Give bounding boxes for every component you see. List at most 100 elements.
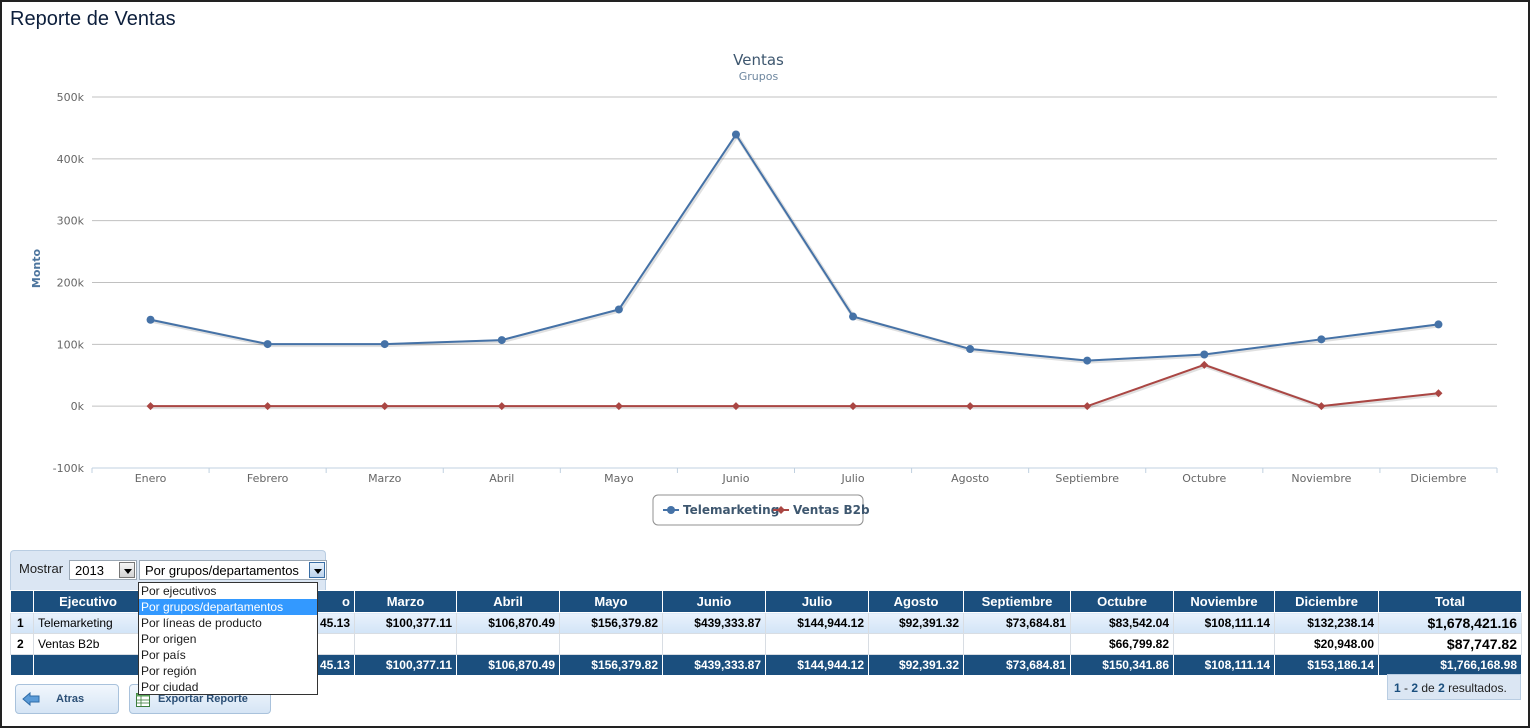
y-tick-label: 0k xyxy=(71,400,85,413)
cell: $106,870.49 xyxy=(456,654,560,676)
x-tick-label: Marzo xyxy=(368,472,402,485)
series-line-telemarketing xyxy=(150,132,1439,362)
cell xyxy=(559,633,663,655)
col-ejecutivo[interactable]: Ejecutivo xyxy=(33,590,143,613)
col-junio[interactable]: Junio xyxy=(662,590,766,613)
col-octubre[interactable]: Octubre xyxy=(1070,590,1174,613)
y-tick-label: 300k xyxy=(57,215,85,228)
col-total[interactable]: Total xyxy=(1378,590,1522,613)
option-por-origen[interactable]: Por origen xyxy=(139,631,317,647)
x-tick-label: Septiembre xyxy=(1055,472,1119,485)
col-septiembre[interactable]: Septiembre xyxy=(963,590,1071,613)
cell: $144,944.12 xyxy=(765,612,869,634)
cell: $73,684.81 xyxy=(963,612,1071,634)
cell: $156,379.82 xyxy=(559,612,663,634)
cell xyxy=(868,633,964,655)
data-point xyxy=(497,336,506,345)
y-tick-label: 100k xyxy=(57,338,85,351)
legend-item-label: Telemarketing xyxy=(683,503,779,517)
y-tick-label: -100k xyxy=(53,462,85,475)
chart-title: Ventas xyxy=(733,51,784,69)
col-mayo[interactable]: Mayo xyxy=(559,590,663,613)
data-point xyxy=(1434,320,1443,329)
col-abril[interactable]: Abril xyxy=(456,590,560,613)
cell: $439,333.87 xyxy=(662,654,766,676)
chevron-down-icon[interactable] xyxy=(119,562,135,578)
x-tick-label: Abril xyxy=(489,472,514,485)
col-marzo[interactable]: Marzo xyxy=(354,590,457,613)
cell: $150,341.86 xyxy=(1070,654,1174,676)
cell xyxy=(765,633,869,655)
cell: $132,238.14 xyxy=(1274,612,1379,634)
y-tick-label: 400k xyxy=(57,153,85,166)
chevron-down-icon[interactable] xyxy=(309,562,325,578)
cell: $156,379.82 xyxy=(559,654,663,676)
pager-sep: - xyxy=(1400,681,1412,695)
grouping-dropdown-list[interactable]: Por ejecutivos Por grupos/departamentos … xyxy=(138,582,318,695)
legend-item-label: Ventas B2b xyxy=(793,503,870,517)
col-index xyxy=(10,590,34,613)
col-agosto[interactable]: Agosto xyxy=(868,590,964,613)
data-point xyxy=(263,340,272,349)
row-total: $87,747.82 xyxy=(1378,633,1522,655)
sales-line-chart: -100k 0k 100k 200k 300k 400k 500k Enero Febrero M… xyxy=(30,51,1498,526)
x-tick-label: Octubre xyxy=(1182,472,1226,485)
series-shadow xyxy=(151,363,1440,410)
cell xyxy=(456,633,560,655)
row-index: 2 xyxy=(10,633,34,655)
x-tick-label: Agosto xyxy=(951,472,989,485)
cell: $92,391.32 xyxy=(868,654,964,676)
x-tick-label: Noviembre xyxy=(1291,472,1351,485)
x-tick-label: Enero xyxy=(135,472,167,485)
data-point xyxy=(966,345,975,354)
x-tick-label: Mayo xyxy=(604,472,634,485)
grouping-select[interactable]: Por grupos/departamentos xyxy=(139,560,327,580)
cell: $20,948.00 xyxy=(1274,633,1379,655)
pager-count: 2 xyxy=(1438,681,1445,695)
data-point xyxy=(614,305,623,314)
row-total: $1,678,421.16 xyxy=(1378,612,1522,634)
option-por-ciudad[interactable]: Por ciudad xyxy=(139,679,317,695)
cell: $92,391.32 xyxy=(868,612,964,634)
option-por-pais[interactable]: Por país xyxy=(139,647,317,663)
cell: $108,111.14 xyxy=(1173,612,1275,634)
cell: $100,377.11 xyxy=(354,654,457,676)
spreadsheet-icon xyxy=(136,693,150,707)
legend-marker xyxy=(667,506,675,514)
cell xyxy=(963,633,1071,655)
series-line-ventas-b2b xyxy=(150,363,1439,408)
year-value: 2013 xyxy=(75,563,104,578)
pager-of: de xyxy=(1418,681,1439,695)
grouping-value: Por grupos/departamentos xyxy=(145,563,299,578)
arrow-left-icon xyxy=(22,691,40,707)
option-por-region[interactable]: Por región xyxy=(139,663,317,679)
cell: $73,684.81 xyxy=(963,654,1071,676)
y-tick-label: 200k xyxy=(57,277,85,290)
cell xyxy=(33,654,143,676)
data-point xyxy=(380,340,389,349)
data-point xyxy=(849,312,858,321)
col-diciembre[interactable]: Diciembre xyxy=(1274,590,1379,613)
show-label: Mostrar xyxy=(19,561,64,576)
cell: $100,377.11 xyxy=(354,612,457,634)
data-point xyxy=(1083,356,1092,365)
x-tick-label: Diciembre xyxy=(1410,472,1466,485)
cell xyxy=(354,633,457,655)
cell: $439,333.87 xyxy=(662,612,766,634)
data-point xyxy=(146,315,155,324)
x-tick-label: Junio xyxy=(721,472,749,485)
grand-total: $1,766,168.98 xyxy=(1378,654,1522,676)
year-select[interactable]: 2013 xyxy=(69,560,137,580)
col-julio[interactable]: Julio xyxy=(765,590,869,613)
data-point xyxy=(731,130,740,139)
option-por-lineas-producto[interactable]: Por líneas de producto xyxy=(139,615,317,631)
cell: $144,944.12 xyxy=(765,654,869,676)
x-tick-label: Julio xyxy=(841,472,865,485)
option-por-grupos[interactable]: Por grupos/departamentos xyxy=(139,599,317,615)
row-name: Ventas B2b xyxy=(33,633,143,655)
option-por-ejecutivos[interactable]: Por ejecutivos xyxy=(139,583,317,599)
col-noviembre[interactable]: Noviembre xyxy=(1173,590,1275,613)
data-point xyxy=(1200,350,1209,359)
back-button[interactable]: Atras xyxy=(15,684,119,714)
cell: $108,111.14 xyxy=(1173,654,1275,676)
